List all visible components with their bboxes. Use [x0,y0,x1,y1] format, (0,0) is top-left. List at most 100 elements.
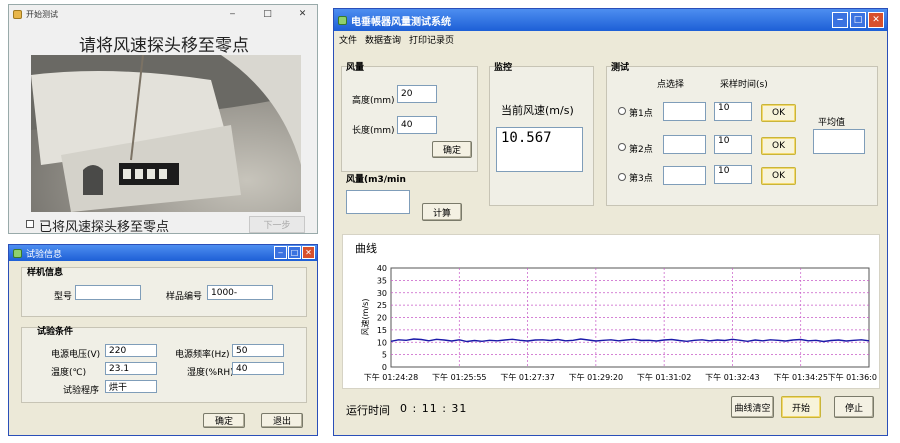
close-icon[interactable]: ✕ [296,8,309,21]
curve-panel: 曲线 0 5 10 15 20 25 30 35 40 下午 01:24:28 下午 01:25:… [342,234,880,389]
humidity-input[interactable]: 40 [232,362,284,375]
frequency-label: 电源频率(Hz) [175,350,230,360]
clear-curve-button[interactable]: 曲线清空 [731,396,774,418]
next-button[interactable]: 下一步 [249,216,305,233]
point-2-ok-button[interactable]: OK [761,137,796,155]
app-icon [13,9,22,19]
test-info-window: 试验信息 ‒ □ ✕ 样机信息 型号 样品编号 1000- 试验条件 电源电压(… [8,244,318,436]
chart-y-axis-label: 风速(m/s) [361,299,370,336]
sample-time-label: 采样时间(s) [720,80,768,90]
chart-x-tick-label: 下午 01:32:43 [705,372,759,382]
chart-x-tick-label: 下午 01:34:25 [773,372,827,382]
chart-x-tick-label: 下午 01:31:02 [637,372,691,382]
menu-data-query[interactable]: 数据查询 [365,33,401,46]
temperature-label: 温度(℃) [51,368,87,378]
chart-x-tick-label: 下午 01:29:20 [569,372,623,382]
frequency-input[interactable]: 50 [232,344,284,357]
height-input[interactable]: 20 [397,85,437,103]
zero-point-window: 开始测试 ‒ □ ✕ 请将风速探头移至零点 已将风速探头移至零点 下一步 [8,4,318,235]
zero-point-checkbox[interactable] [26,220,34,228]
stop-button[interactable]: 停止 [834,396,874,418]
sample-no-input[interactable]: 1000- [207,285,273,300]
app-icon [13,248,22,258]
current-speed-display: 10.567 [496,127,583,172]
chart-y-tick-label: 15 [377,326,387,335]
chart-x-tick-label: 下午 01:36:0 [828,372,877,382]
chart-y-tick-label: 35 [377,276,387,285]
point-2-time-input[interactable]: 10 [714,135,752,154]
test-condition-heading: 试验条件 [37,327,74,337]
menu-file[interactable]: 文件 [339,33,357,46]
voltage-input[interactable]: 220 [105,344,157,357]
flow-input[interactable] [346,190,410,214]
point-1-radio[interactable] [618,107,626,115]
minimize-icon[interactable]: ‒ [226,8,239,21]
point-3-time-input[interactable]: 10 [714,165,752,184]
chart-x-tick-label: 下午 01:24:28 [364,372,418,382]
zero-point-titlebar[interactable]: 开始测试 ‒ □ ✕ [9,5,317,23]
close-icon[interactable]: ✕ [302,246,315,259]
point-1-value[interactable] [663,102,706,121]
confirm-button[interactable]: 确定 [432,141,472,158]
zero-point-instruction: 请将风速探头移至零点 [79,36,249,56]
wind-group-heading: 风量 [346,63,365,73]
length-input[interactable]: 40 [397,116,437,134]
chart-y-tick-label: 20 [377,314,387,323]
wind-speed-chart: 0 5 10 15 20 25 30 35 40 下午 01:24:28 下午 01:25:55 下… [361,264,877,382]
sample-no-label: 样品编号 [166,292,203,302]
minimize-icon[interactable]: ‒ [832,12,848,28]
chart-x-tick-label: 下午 01:27:37 [500,372,554,382]
model-label: 型号 [54,292,73,302]
minimize-icon[interactable]: ‒ [274,246,287,259]
point-3-radio[interactable] [618,173,626,181]
maximize-icon[interactable]: □ [288,246,301,259]
calculate-button[interactable]: 计算 [422,203,462,221]
temperature-input[interactable]: 23.1 [105,362,157,375]
chart-y-tick-label: 40 [377,264,387,273]
point-2-value[interactable] [663,135,706,154]
current-speed-label: 当前风速(m/s) [501,104,574,117]
chart-y-tick-label: 10 [377,338,387,347]
close-icon[interactable]: ✕ [868,12,884,28]
point-select-label: 点选择 [657,80,685,90]
runtime-label: 运行时间 [346,404,390,417]
point-1-time-input[interactable]: 10 [714,102,752,121]
height-label: 高度(mm) [352,96,395,106]
point-1-ok-button[interactable]: OK [761,104,796,122]
monitor-group-heading: 监控 [494,63,513,73]
chart-x-tick-label: 下午 01:25:55 [432,372,486,382]
camera-preview [31,55,301,212]
maximize-icon[interactable]: □ [850,12,866,28]
menu-bar: 文件 数据查询 打印记录页 [334,31,887,47]
point-3-label: 第3点 [629,174,653,184]
program-input[interactable]: 烘干 [105,380,157,393]
average-label: 平均值 [818,118,846,128]
exit-button[interactable]: 退出 [261,413,303,428]
chart-y-tick-label: 25 [377,301,387,310]
program-label: 试验程序 [63,386,100,396]
chart-y-tick-label: 30 [377,289,387,298]
menu-print-record[interactable]: 打印记录页 [409,33,454,46]
chart-y-tick-label: 0 [382,363,387,372]
main-window: 电垂帳器风量测试系统 ‒ □ ✕ 文件 数据查询 打印记录页 风量 高度(mm)… [333,8,888,436]
main-titlebar[interactable]: 电垂帳器风量测试系统 ‒ □ ✕ [334,9,887,31]
maximize-icon[interactable]: □ [261,8,274,21]
model-input[interactable] [75,285,141,300]
start-button[interactable]: 开始 [781,396,821,418]
point-3-value[interactable] [663,166,706,185]
test-info-titlebar[interactable]: 试验信息 ‒ □ ✕ [9,245,317,261]
test-info-title: 试验信息 [26,249,63,260]
point-2-radio[interactable] [618,143,626,151]
average-display [813,129,865,154]
sample-info-heading: 样机信息 [27,268,64,278]
zero-point-window-title: 开始测试 [26,9,58,19]
camera-image [31,55,301,212]
point-3-ok-button[interactable]: OK [761,167,796,185]
main-window-title: 电垂帳器风量测试系统 [351,16,451,28]
zero-point-checkbox-label: 已将风速探头移至零点 [39,220,170,235]
app-icon [338,15,347,25]
test-group-heading: 测试 [611,63,630,73]
ok-button[interactable]: 确定 [203,413,245,428]
voltage-label: 电源电压(V) [51,350,101,360]
point-2-label: 第2点 [629,145,653,155]
